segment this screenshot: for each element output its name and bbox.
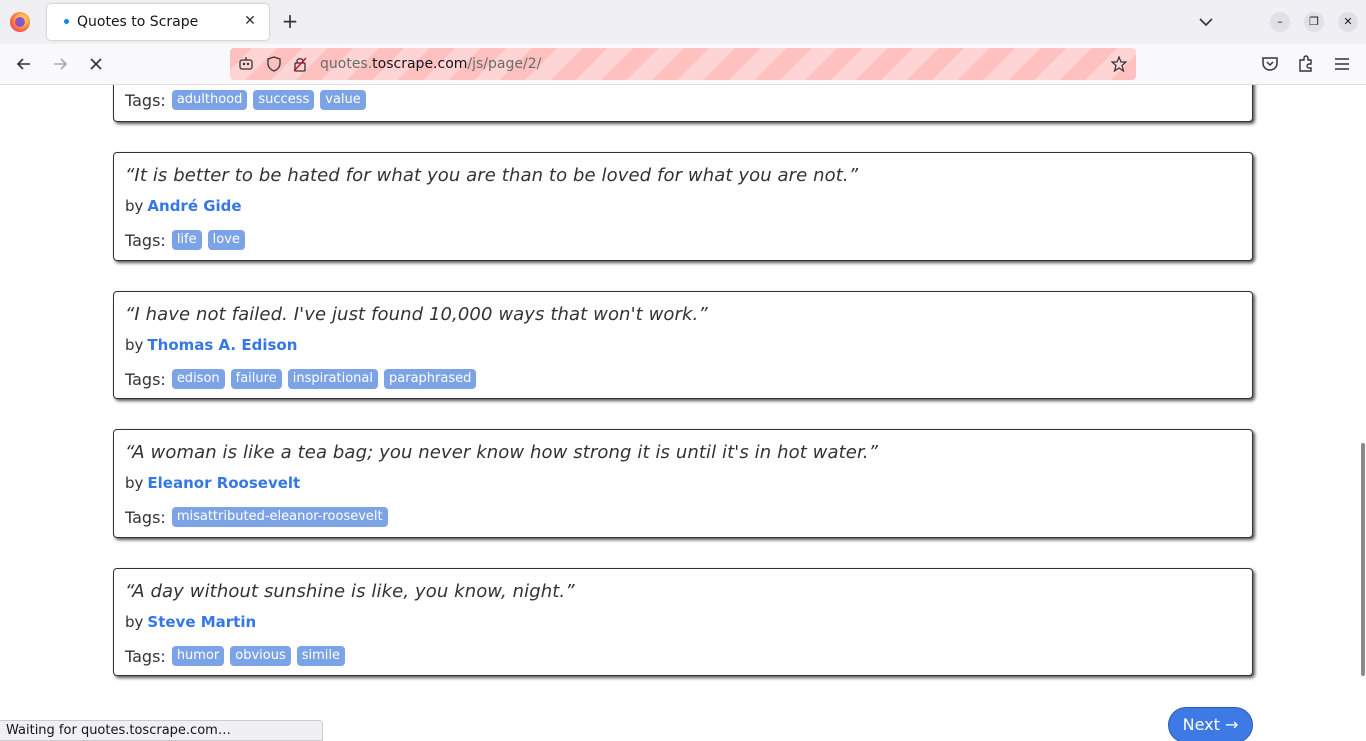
- quote-card: “A day without sunshine is like, you kno…: [113, 568, 1253, 676]
- tab-quotes[interactable]: Quotes to Scrape ✕: [47, 4, 269, 40]
- quote-tags: Tags: adulthood success value: [125, 90, 366, 110]
- tags-label: Tags:: [125, 646, 166, 666]
- quote-card: “It is better to be hated for what you a…: [113, 152, 1253, 261]
- new-tab-icon[interactable]: +: [280, 11, 300, 31]
- tag[interactable]: value: [320, 90, 366, 110]
- tag[interactable]: obvious: [230, 646, 291, 666]
- tag[interactable]: adulthood: [171, 90, 248, 110]
- tab-bar: Quotes to Scrape ✕ + – ❐ ✕: [0, 0, 1366, 44]
- quote-text: “It is better to be hated for what you a…: [125, 165, 859, 186]
- close-window-icon[interactable]: ✕: [1338, 12, 1358, 32]
- chevron-down-icon[interactable]: [1196, 12, 1216, 32]
- quote-byline: by Thomas A. Edison: [125, 336, 298, 354]
- author-link[interactable]: Thomas A. Edison: [147, 336, 297, 354]
- back-arrow-icon[interactable]: [14, 54, 34, 74]
- quote-text: “A day without sunshine is like, you kno…: [125, 581, 575, 602]
- url-bar[interactable]: quotes.toscrape.com/js/page/2/: [230, 48, 1136, 80]
- tab-title: Quotes to Scrape: [77, 14, 199, 30]
- tags-label: Tags:: [125, 230, 166, 250]
- tag[interactable]: simile: [296, 646, 346, 666]
- shield-icon[interactable]: [266, 56, 282, 72]
- tags-label: Tags:: [125, 369, 166, 389]
- quote-card: “I have not failed. I've just found 10,0…: [113, 291, 1253, 399]
- tag[interactable]: life: [171, 230, 202, 250]
- quote-byline: by André Gide: [125, 197, 242, 215]
- tags-label: Tags:: [125, 507, 166, 527]
- quote-tags: Tags: edison failure inspirational parap…: [125, 369, 477, 389]
- tag[interactable]: misattributed-eleanor-roosevelt: [171, 507, 388, 527]
- robot-icon[interactable]: [238, 56, 254, 72]
- quote-byline: by Eleanor Roosevelt: [125, 474, 301, 492]
- pocket-icon[interactable]: [1260, 54, 1280, 74]
- minimize-icon[interactable]: –: [1270, 12, 1290, 32]
- bookmark-star-icon[interactable]: [1111, 56, 1127, 72]
- author-link[interactable]: Eleanor Roosevelt: [147, 474, 300, 492]
- status-bar: Waiting for quotes.toscrape.com…: [0, 720, 323, 741]
- menu-icon[interactable]: [1332, 54, 1352, 74]
- restore-icon[interactable]: ❐: [1304, 12, 1324, 32]
- author-link[interactable]: Steve Martin: [147, 613, 256, 631]
- tag[interactable]: success: [253, 90, 315, 110]
- loading-dot-icon: [64, 19, 69, 24]
- url-text: quotes.toscrape.com/js/page/2/: [320, 56, 542, 72]
- tags-label: Tags:: [125, 90, 166, 110]
- stop-icon[interactable]: [86, 54, 106, 74]
- quote-tags: Tags: life love: [125, 230, 245, 250]
- tag[interactable]: paraphrased: [384, 369, 477, 389]
- quote-tags: Tags: misattributed-eleanor-roosevelt: [125, 507, 388, 527]
- tag[interactable]: love: [207, 230, 245, 250]
- quote-tags: Tags: humor obvious simile: [125, 646, 346, 666]
- tag[interactable]: inspirational: [287, 369, 378, 389]
- quote-text: “A woman is like a tea bag; you never kn…: [125, 442, 879, 463]
- quote-byline: by Steve Martin: [125, 613, 257, 631]
- close-tab-icon[interactable]: ✕: [241, 12, 259, 30]
- page-content: Tags: adulthood success value “It is bet…: [0, 85, 1366, 741]
- tag[interactable]: edison: [171, 369, 225, 389]
- tag[interactable]: failure: [230, 369, 282, 389]
- extensions-icon[interactable]: [1296, 54, 1316, 74]
- author-link[interactable]: André Gide: [147, 197, 241, 215]
- quote-card: Tags: adulthood success value: [113, 85, 1253, 122]
- navigation-bar: quotes.toscrape.com/js/page/2/: [0, 44, 1366, 85]
- firefox-logo-icon[interactable]: [10, 12, 30, 32]
- tag[interactable]: humor: [171, 646, 225, 666]
- quote-text: “I have not failed. I've just found 10,0…: [125, 304, 708, 325]
- next-page-button[interactable]: Next →: [1168, 707, 1253, 741]
- scrollbar-thumb[interactable]: [1361, 443, 1365, 676]
- forward-arrow-icon[interactable]: [50, 54, 70, 74]
- quote-card: “A woman is like a tea bag; you never kn…: [113, 429, 1253, 538]
- insecure-lock-icon[interactable]: [292, 56, 308, 72]
